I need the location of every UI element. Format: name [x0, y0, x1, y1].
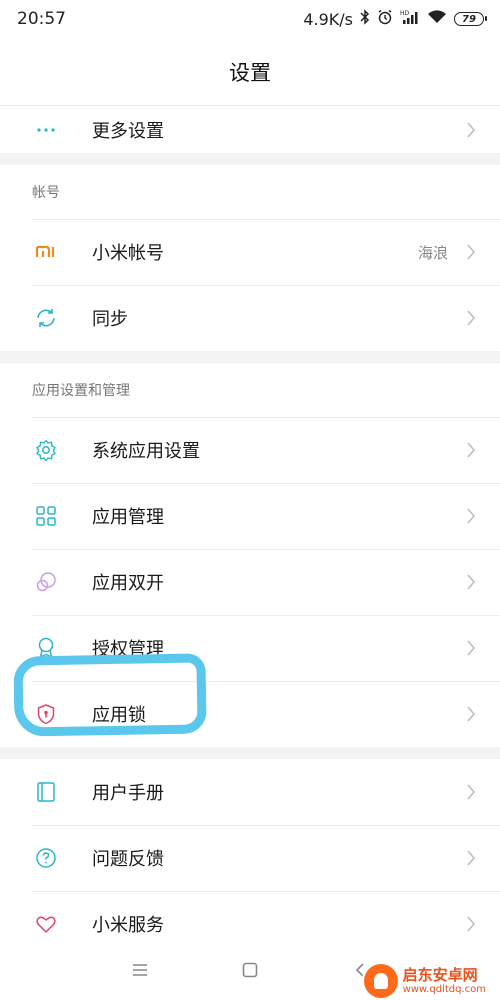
svg-text:HD: HD	[400, 10, 410, 17]
chevron-right-icon	[466, 507, 478, 525]
app-management-label: 应用管理	[92, 507, 164, 528]
section-gap	[0, 153, 500, 165]
chevron-right-icon	[466, 573, 478, 591]
account-section-header: 帐号	[0, 165, 500, 219]
chevron-right-icon	[466, 309, 478, 327]
list-item-user-manual[interactable]: 用户手册	[0, 759, 500, 825]
heart-icon	[32, 910, 60, 938]
dual-apps-label: 应用双开	[92, 573, 164, 594]
chevron-right-icon	[466, 849, 478, 867]
feedback-label: 问题反馈	[92, 849, 164, 870]
chevron-right-icon	[466, 705, 478, 723]
system-app-settings-label: 系统应用设置	[92, 441, 200, 462]
grid-icon	[32, 502, 60, 530]
alarm-icon	[377, 9, 393, 29]
user-manual-label: 用户手册	[92, 783, 164, 804]
chevron-right-icon	[466, 639, 478, 657]
status-bar: 20:57 4.9K/s HD 79	[0, 0, 500, 38]
chevron-right-icon	[466, 243, 478, 261]
section-gap	[0, 351, 500, 363]
network-speed: 4.9K/s	[303, 9, 353, 29]
menu-button[interactable]	[126, 956, 154, 984]
chevron-right-icon	[466, 783, 478, 801]
list-item-sync[interactable]: 同步	[0, 285, 500, 351]
app-lock-label: 应用锁	[92, 705, 146, 726]
list-item-mi-account[interactable]: 小米帐号 海浪	[0, 219, 500, 285]
more-settings-label: 更多设置	[92, 120, 164, 142]
page-title: 设置	[0, 38, 500, 106]
battery-icon: 79	[454, 12, 487, 26]
list-item-more-settings[interactable]: 更多设置	[0, 106, 500, 153]
mi-logo-icon	[32, 238, 60, 266]
chevron-right-icon	[466, 121, 478, 139]
list-item-system-app-settings[interactable]: 系统应用设置	[0, 417, 500, 483]
dual-circle-icon	[32, 568, 60, 596]
badge-icon	[32, 634, 60, 662]
list-item-permissions[interactable]: 授权管理	[0, 615, 500, 681]
watermark: 启东安卓网 www.qdltdq.com	[361, 962, 492, 1000]
shield-lock-icon	[32, 700, 60, 728]
settings-list: 更多设置 帐号 小米帐号 海浪 同步 应用设置和管理 系统应用设置 应用管理 应…	[0, 106, 500, 957]
watermark-logo-icon	[363, 964, 398, 998]
list-item-feedback[interactable]: 问题反馈	[0, 825, 500, 891]
chevron-right-icon	[466, 441, 478, 459]
app-settings-section: 应用设置和管理 系统应用设置 应用管理 应用双开 授权管理 应用锁	[0, 363, 500, 747]
signal-icon: HD	[400, 9, 420, 29]
mi-account-label: 小米帐号	[92, 243, 164, 264]
sync-label: 同步	[92, 309, 128, 330]
permissions-label: 授权管理	[92, 639, 164, 660]
mi-services-label: 小米服务	[92, 915, 164, 936]
support-section: 用户手册 问题反馈 小米服务	[0, 759, 500, 957]
help-icon	[32, 844, 60, 872]
more-settings-section: 更多设置	[0, 106, 500, 153]
list-item-dual-apps[interactable]: 应用双开	[0, 549, 500, 615]
watermark-url: www.qdltdq.com	[402, 983, 486, 995]
mi-account-value: 海浪	[417, 243, 448, 262]
list-item-app-management[interactable]: 应用管理	[0, 483, 500, 549]
section-gap	[0, 747, 500, 759]
bluetooth-icon	[360, 9, 370, 29]
status-time: 20:57	[17, 9, 66, 29]
app-settings-section-header: 应用设置和管理	[0, 363, 500, 417]
watermark-title: 启东安卓网	[402, 965, 478, 984]
home-button[interactable]	[236, 956, 264, 984]
wifi-icon	[427, 9, 447, 29]
account-section: 帐号 小米帐号 海浪 同步	[0, 165, 500, 351]
gear-icon	[32, 436, 60, 464]
more-dots-icon	[32, 116, 60, 144]
book-icon	[32, 778, 60, 806]
status-icons: 4.9K/s HD 79	[303, 9, 487, 29]
chevron-right-icon	[466, 915, 478, 933]
sync-icon	[32, 304, 60, 332]
list-item-app-lock[interactable]: 应用锁	[0, 681, 500, 747]
